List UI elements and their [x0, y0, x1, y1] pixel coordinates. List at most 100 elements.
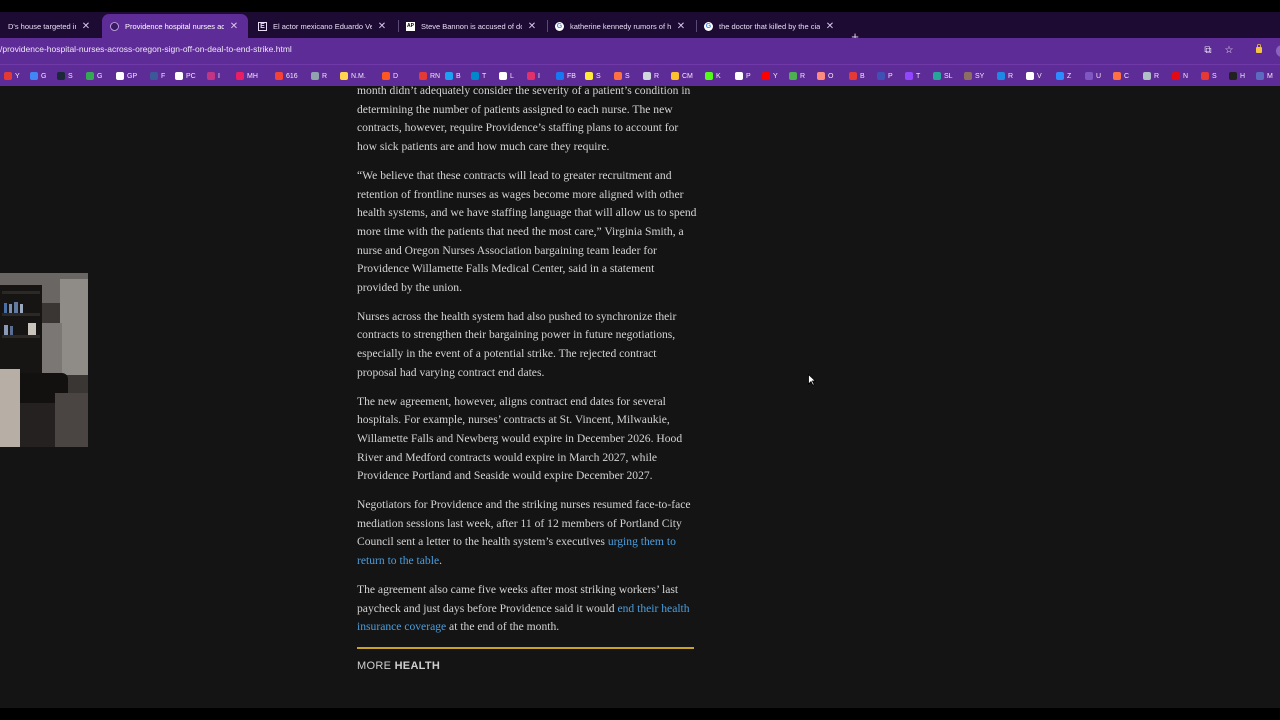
bookmark-item[interactable]: FB	[556, 70, 576, 82]
bookmark-item[interactable]: K	[705, 70, 721, 82]
bookmark-item[interactable]: S	[1201, 70, 1217, 82]
extension-icon[interactable]	[1252, 44, 1266, 58]
bookmark-favicon-icon	[150, 72, 158, 80]
bookmark-label: D	[393, 72, 399, 80]
bookmark-item[interactable]: R	[643, 70, 659, 82]
bookmark-favicon-icon	[964, 72, 972, 80]
close-tab-icon[interactable]: ✕	[376, 21, 388, 32]
tab-5[interactable]: G the doctor that killed by the cia ✕	[696, 14, 844, 38]
bookmark-item[interactable]: GP	[116, 70, 137, 82]
bookmark-item[interactable]: V	[1026, 70, 1042, 82]
bookmark-item[interactable]: D	[382, 70, 398, 82]
bookmark-star-icon[interactable]: ☆	[1222, 44, 1236, 58]
close-tab-icon[interactable]: ✕	[228, 21, 240, 32]
tab-1[interactable]: Providence hospital nurses acr ✕	[102, 14, 248, 38]
bookmark-favicon-icon	[86, 72, 94, 80]
bookmark-item[interactable]: R	[789, 70, 805, 82]
bookmark-item[interactable]: B	[445, 70, 461, 82]
bookmark-favicon-icon	[57, 72, 65, 80]
bookmark-favicon-icon	[585, 72, 593, 80]
bookmark-item[interactable]: O	[817, 70, 833, 82]
bookmark-label: M	[1267, 72, 1273, 80]
bookmark-favicon-icon	[817, 72, 825, 80]
bookmark-label: S	[625, 72, 630, 80]
url-field[interactable]: /providence-hospital-nurses-across-orego…	[0, 44, 292, 54]
bookmark-label: FB	[567, 72, 576, 80]
page-viewport: month didn’t adequately consider the sev…	[0, 86, 1280, 708]
address-bar: /providence-hospital-nurses-across-orego…	[0, 38, 1280, 64]
bookmark-item[interactable]: S	[585, 70, 601, 82]
bookmark-item[interactable]: B	[849, 70, 865, 82]
tab-4[interactable]: G katherine kennedy rumors of h ✕	[547, 14, 695, 38]
close-tab-icon[interactable]: ✕	[675, 21, 687, 32]
bookmark-label: V	[1037, 72, 1042, 80]
bookmark-label: K	[716, 72, 721, 80]
bookmark-item[interactable]: I	[527, 70, 540, 82]
mouse-cursor-icon	[808, 373, 817, 391]
bookmark-item[interactable]: Z	[1056, 70, 1071, 82]
bookmark-item[interactable]: P	[877, 70, 893, 82]
bookmark-item[interactable]: T	[471, 70, 486, 82]
bookmark-favicon-icon	[175, 72, 183, 80]
bookmark-label: B	[860, 72, 865, 80]
bookmark-item[interactable]: Y	[762, 70, 778, 82]
tab-0[interactable]: D's house targeted in s ✕	[0, 14, 100, 38]
bookmark-item[interactable]: Y	[4, 70, 20, 82]
article-body: month didn’t adequately consider the sev…	[357, 86, 697, 676]
webcam-overlay	[0, 273, 88, 447]
bookmark-item[interactable]: PC	[175, 70, 196, 82]
bookmark-favicon-icon	[705, 72, 713, 80]
tab-favicon	[110, 21, 119, 31]
close-tab-icon[interactable]: ✕	[824, 21, 836, 32]
bookmark-label: R	[654, 72, 660, 80]
tab-2[interactable]: E El actor mexicano Eduardo Ver ✕	[250, 14, 396, 38]
bookmark-label: SY	[975, 72, 985, 80]
bookmark-item[interactable]: R	[997, 70, 1013, 82]
bookmark-item[interactable]: F	[150, 70, 165, 82]
bookmark-favicon-icon	[445, 72, 453, 80]
bookmark-item[interactable]: G	[30, 70, 46, 82]
bookmark-item[interactable]: S	[614, 70, 630, 82]
bookmark-item[interactable]: I	[207, 70, 220, 82]
bookmark-item[interactable]: T	[905, 70, 920, 82]
install-app-icon[interactable]: ⧉	[1201, 44, 1215, 58]
close-tab-icon[interactable]: ✕	[526, 21, 538, 32]
bookmark-favicon-icon	[340, 72, 348, 80]
bookmark-item[interactable]: H	[1229, 70, 1245, 82]
bookmark-item[interactable]: 616	[275, 70, 298, 82]
bookmark-favicon-icon	[1256, 72, 1264, 80]
bookmark-label: C	[1124, 72, 1130, 80]
tab-3[interactable]: AP Steve Bannon is accused of do ✕	[398, 14, 546, 38]
bookmark-favicon-icon	[671, 72, 679, 80]
bookmark-item[interactable]: M	[1256, 70, 1273, 82]
bookmark-item[interactable]: RN	[419, 70, 440, 82]
bookmark-item[interactable]: G	[86, 70, 102, 82]
bookmark-item[interactable]: R	[1143, 70, 1159, 82]
bookmark-item[interactable]: CM	[671, 70, 693, 82]
bookmark-item[interactable]: MH	[236, 70, 258, 82]
close-tab-icon[interactable]: ✕	[80, 21, 92, 32]
bookmark-label: R	[1154, 72, 1160, 80]
bookmark-label: MH	[247, 72, 258, 80]
bookmark-item[interactable]: SY	[964, 70, 984, 82]
tab-title: Steve Bannon is accused of do	[421, 21, 522, 31]
bookmark-item[interactable]: R	[311, 70, 327, 82]
bookmark-label: CM	[682, 72, 693, 80]
bookmark-item[interactable]: L	[499, 70, 514, 82]
bookmark-item[interactable]: C	[1113, 70, 1129, 82]
bookmark-label: Y	[773, 72, 778, 80]
tab-title: D's house targeted in s	[8, 21, 76, 31]
screen-top-strip	[0, 0, 1280, 12]
bookmark-item[interactable]: P	[735, 70, 751, 82]
bookmark-favicon-icon	[1026, 72, 1034, 80]
bookmark-label: P	[888, 72, 893, 80]
profile-icon[interactable]	[1272, 44, 1280, 58]
bookmark-item[interactable]: SL	[933, 70, 953, 82]
bookmark-item[interactable]: S	[57, 70, 73, 82]
paragraph-text: at the end of the month.	[446, 620, 560, 634]
bookmark-item[interactable]: N.M.	[340, 70, 366, 82]
article-paragraph: Negotiators for Providence and the strik…	[357, 496, 697, 571]
bookmark-item[interactable]: U	[1085, 70, 1101, 82]
tab-title: El actor mexicano Eduardo Ver	[273, 21, 372, 31]
bookmark-item[interactable]: N	[1172, 70, 1188, 82]
